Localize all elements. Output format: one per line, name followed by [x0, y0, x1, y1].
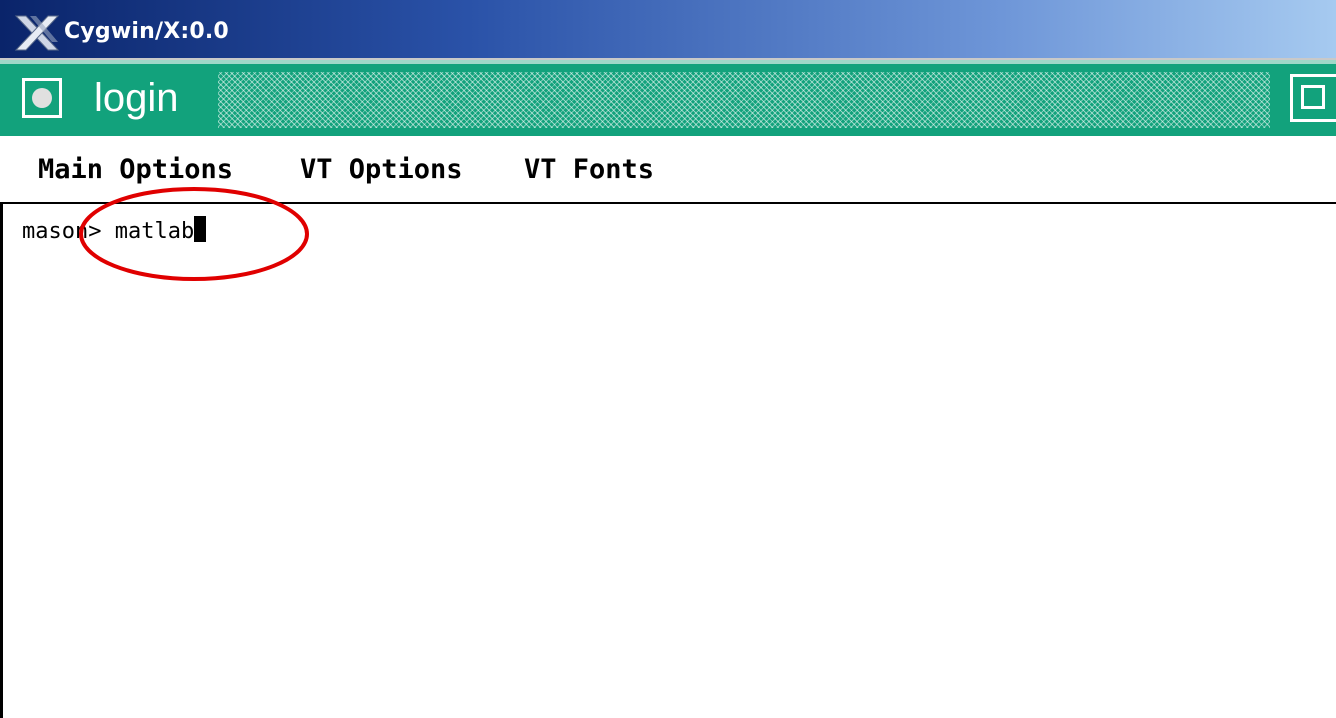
- terminal-area[interactable]: mason> matlab: [0, 204, 1336, 718]
- window-title: Cygwin/X:0.0: [64, 19, 229, 44]
- typed-command: matlab: [114, 219, 195, 244]
- menu-vt-fonts[interactable]: VT Fonts: [524, 154, 654, 186]
- menu-bar: Main Options VT Options VT Fonts: [0, 136, 1336, 204]
- shell-prompt: mason>: [22, 219, 115, 244]
- window-titlebar[interactable]: Cygwin/X:0.0: [0, 0, 1336, 60]
- terminal-line: mason> matlab: [22, 216, 207, 246]
- menu-main-options[interactable]: Main Options: [38, 154, 233, 186]
- screen: Cygwin/X:0.0 login Main Options VT Optio…: [0, 0, 1336, 718]
- frame-titlebar[interactable]: login: [0, 60, 1336, 136]
- x-window-system-icon: [14, 15, 60, 51]
- title-hatch-pattern: [218, 72, 1270, 128]
- iconify-button-icon[interactable]: [22, 78, 62, 118]
- resize-button-icon[interactable]: [1290, 74, 1336, 122]
- text-cursor: [194, 216, 207, 242]
- frame-title: login: [94, 76, 179, 120]
- menu-vt-options[interactable]: VT Options: [300, 154, 463, 186]
